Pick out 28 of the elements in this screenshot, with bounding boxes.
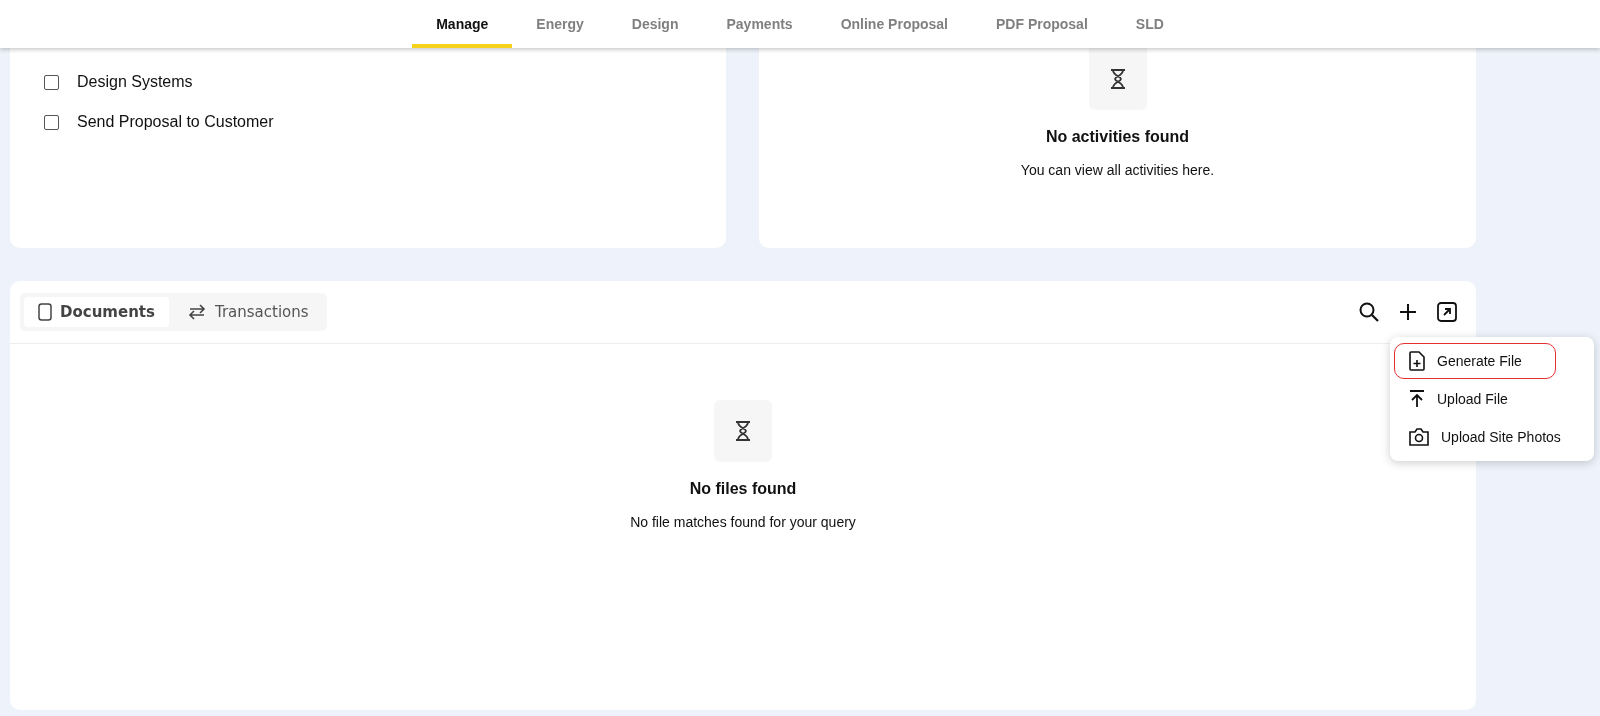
checkbox[interactable] (44, 74, 59, 90)
nav-tab[interactable]: Online Proposal (816, 0, 972, 48)
file-plus-icon (1409, 351, 1425, 371)
empty-title: No activities found (1045, 128, 1190, 146)
documents-tab[interactable]: Transactions (172, 297, 323, 327)
menu-item[interactable]: Generate File (1394, 343, 1556, 379)
task-label: Send Proposal to Customer (77, 113, 274, 131)
nav-tab[interactable]: Energy (512, 0, 608, 48)
empty-message: You can view all activities here. (1020, 162, 1215, 178)
upload-icon (1409, 389, 1425, 409)
documents-tab[interactable]: Documents (24, 297, 169, 327)
menu-item[interactable]: Upload File (1394, 381, 1590, 417)
nav-tab[interactable]: PDF Proposal (972, 0, 1112, 48)
camera-icon (1409, 428, 1429, 446)
checkbox[interactable] (44, 114, 59, 130)
open-external-icon[interactable] (1436, 301, 1458, 323)
hourglass-icon (733, 420, 753, 442)
task-label: Design Systems (77, 73, 193, 91)
add-icon[interactable] (1398, 302, 1418, 322)
page-icon (38, 303, 52, 321)
menu-item[interactable]: Upload Site Photos (1394, 419, 1590, 455)
empty-message: No file matches found for your query (630, 514, 856, 530)
nav-tab[interactable]: Design (607, 0, 703, 48)
nav-tab[interactable]: SLD (1111, 0, 1188, 48)
swap-arrows-icon (186, 304, 207, 320)
nav-tab[interactable]: Payments (702, 0, 817, 48)
search-icon[interactable] (1358, 301, 1380, 323)
empty-title: No files found (689, 480, 797, 498)
